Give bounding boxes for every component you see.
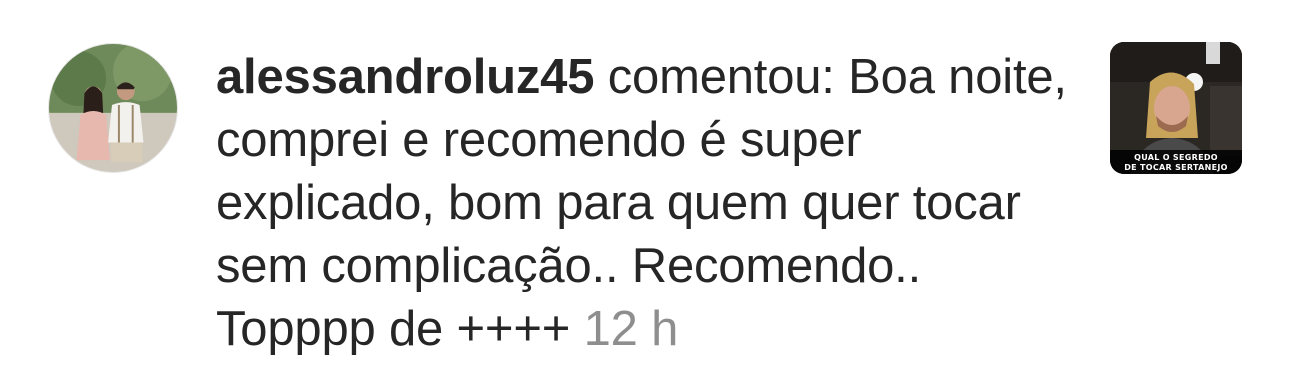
comment-body: alessandroluz45 comentou: Boa noite, com… [216,46,1076,361]
timestamp: 12 h [583,302,679,356]
post-thumbnail[interactable]: QUAL O SEGREDO DE TOCAR SERTANEJO [1110,42,1242,174]
thumbnail-caption-line1: QUAL O SEGREDO [1134,153,1218,162]
username-link[interactable]: alessandroluz45 [216,50,594,104]
action-text: comentou: [607,50,835,104]
notification-row[interactable]: alessandroluz45 comentou: Boa noite, com… [0,0,1290,382]
user-avatar[interactable] [48,43,178,173]
thumbnail-caption-line2: DE TOCAR SERTANEJO [1124,163,1228,172]
thumbnail-caption: QUAL O SEGREDO DE TOCAR SERTANEJO [1110,150,1242,174]
avatar-photo-icon [49,44,177,172]
